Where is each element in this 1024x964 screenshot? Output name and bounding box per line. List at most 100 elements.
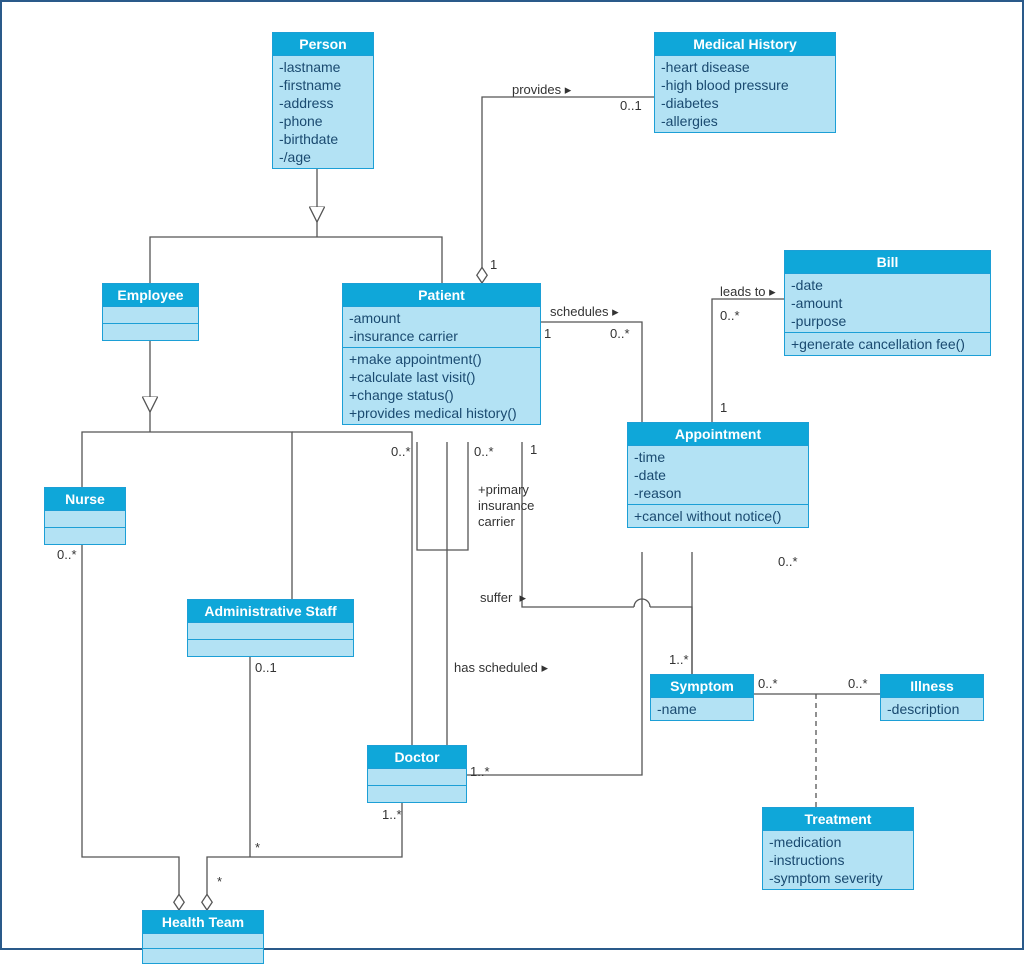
mult: 1 xyxy=(544,326,551,341)
mult: * xyxy=(217,874,222,889)
op: +change status() xyxy=(349,386,534,404)
class-nurse: Nurse xyxy=(44,487,126,545)
ops: +generate cancellation fee() xyxy=(785,333,990,355)
title: Nurse xyxy=(45,488,125,511)
ops: +make appointment() +calculate last visi… xyxy=(343,348,540,424)
attrs: -description xyxy=(881,698,983,720)
attr: -name xyxy=(657,700,747,718)
attr: -date xyxy=(791,276,984,294)
attrs: -time -date -reason xyxy=(628,446,808,505)
attr: -amount xyxy=(791,294,984,312)
title: Employee xyxy=(103,284,198,307)
title-person: Person xyxy=(273,33,373,56)
attr: -amount xyxy=(349,309,534,327)
attr: -birthdate xyxy=(279,130,367,148)
attr: -allergies xyxy=(661,112,829,130)
mult: 0..1 xyxy=(620,98,642,113)
mult: 1..* xyxy=(669,652,689,667)
attrs xyxy=(188,623,353,640)
ops xyxy=(368,786,466,802)
attrs xyxy=(143,934,263,949)
attr: -medication xyxy=(769,833,907,851)
class-patient: Patient -amount -insurance carrier +make… xyxy=(342,283,541,425)
op: +provides medical history() xyxy=(349,404,534,422)
title: Doctor xyxy=(368,746,466,769)
ops xyxy=(188,640,353,656)
label-primary-insurance: +primary insurance carrier xyxy=(478,482,534,530)
mult: 0..* xyxy=(610,326,630,341)
mult: 1 xyxy=(530,442,537,457)
class-health-team: Health Team xyxy=(142,910,264,964)
attrs-person: -lastname -firstname -address -phone -bi… xyxy=(273,56,373,168)
attr: -phone xyxy=(279,112,367,130)
attr: -lastname xyxy=(279,58,367,76)
class-bill: Bill -date -amount -purpose +generate ca… xyxy=(784,250,991,356)
title: Appointment xyxy=(628,423,808,446)
op: +cancel without notice() xyxy=(634,507,802,525)
label-suffer: suffer ▸ xyxy=(480,590,526,606)
attr: -purpose xyxy=(791,312,984,330)
attrs: -name xyxy=(651,698,753,720)
ops xyxy=(45,528,125,544)
attr: -time xyxy=(634,448,802,466)
op: +calculate last visit() xyxy=(349,368,534,386)
class-admin-staff: Administrative Staff xyxy=(187,599,354,657)
attrs: -medication -instructions -symptom sever… xyxy=(763,831,913,889)
class-medical-history: Medical History -heart disease -high blo… xyxy=(654,32,836,133)
mult: 0..* xyxy=(57,547,77,562)
title: Medical History xyxy=(655,33,835,56)
attrs: -heart disease -high blood pressure -dia… xyxy=(655,56,835,132)
class-doctor: Doctor xyxy=(367,745,467,803)
attr: -/age xyxy=(279,148,367,166)
label-leadsto: leads to ▸ xyxy=(720,284,776,300)
mult: 1..* xyxy=(382,807,402,822)
mult: 0..* xyxy=(720,308,740,323)
title: Treatment xyxy=(763,808,913,831)
mult: 0..* xyxy=(758,676,778,691)
class-illness: Illness -description xyxy=(880,674,984,721)
title: Health Team xyxy=(143,911,263,934)
op: +generate cancellation fee() xyxy=(791,335,984,353)
label-provides: provides ▸ xyxy=(512,82,571,98)
attr: -firstname xyxy=(279,76,367,94)
attrs xyxy=(368,769,466,786)
attrs: -date -amount -purpose xyxy=(785,274,990,333)
attr: -diabetes xyxy=(661,94,829,112)
class-treatment: Treatment -medication -instructions -sym… xyxy=(762,807,914,890)
mult: 0..1 xyxy=(255,660,277,675)
mult: 1 xyxy=(490,257,497,272)
title: Illness xyxy=(881,675,983,698)
attr: -heart disease xyxy=(661,58,829,76)
mult: 1..* xyxy=(470,764,490,779)
attr: -instructions xyxy=(769,851,907,869)
ops: +cancel without notice() xyxy=(628,505,808,527)
title: Symptom xyxy=(651,675,753,698)
attr: -reason xyxy=(634,484,802,502)
class-person: Person -lastname -firstname -address -ph… xyxy=(272,32,374,169)
attr: -date xyxy=(634,466,802,484)
class-symptom: Symptom -name xyxy=(650,674,754,721)
attr: -high blood pressure xyxy=(661,76,829,94)
attr: -insurance carrier xyxy=(349,327,534,345)
ops xyxy=(103,324,198,340)
mult: * xyxy=(255,840,260,855)
title: Administrative Staff xyxy=(188,600,353,623)
title: Patient xyxy=(343,284,540,307)
attr: -address xyxy=(279,94,367,112)
attrs xyxy=(45,511,125,528)
attr: -description xyxy=(887,700,977,718)
mult: 0..* xyxy=(848,676,868,691)
class-employee: Employee xyxy=(102,283,199,341)
class-appointment: Appointment -time -date -reason +cancel … xyxy=(627,422,809,528)
label-schedules: schedules ▸ xyxy=(550,304,619,320)
title: Bill xyxy=(785,251,990,274)
attrs xyxy=(103,307,198,324)
op: +make appointment() xyxy=(349,350,534,368)
label-has-scheduled: has scheduled ▸ xyxy=(454,660,548,676)
mult: 1 xyxy=(720,400,727,415)
attr: -symptom severity xyxy=(769,869,907,887)
mult: 0..* xyxy=(474,444,494,459)
mult: 0..* xyxy=(778,554,798,569)
ops xyxy=(143,949,263,963)
mult: 0..* xyxy=(391,444,411,459)
